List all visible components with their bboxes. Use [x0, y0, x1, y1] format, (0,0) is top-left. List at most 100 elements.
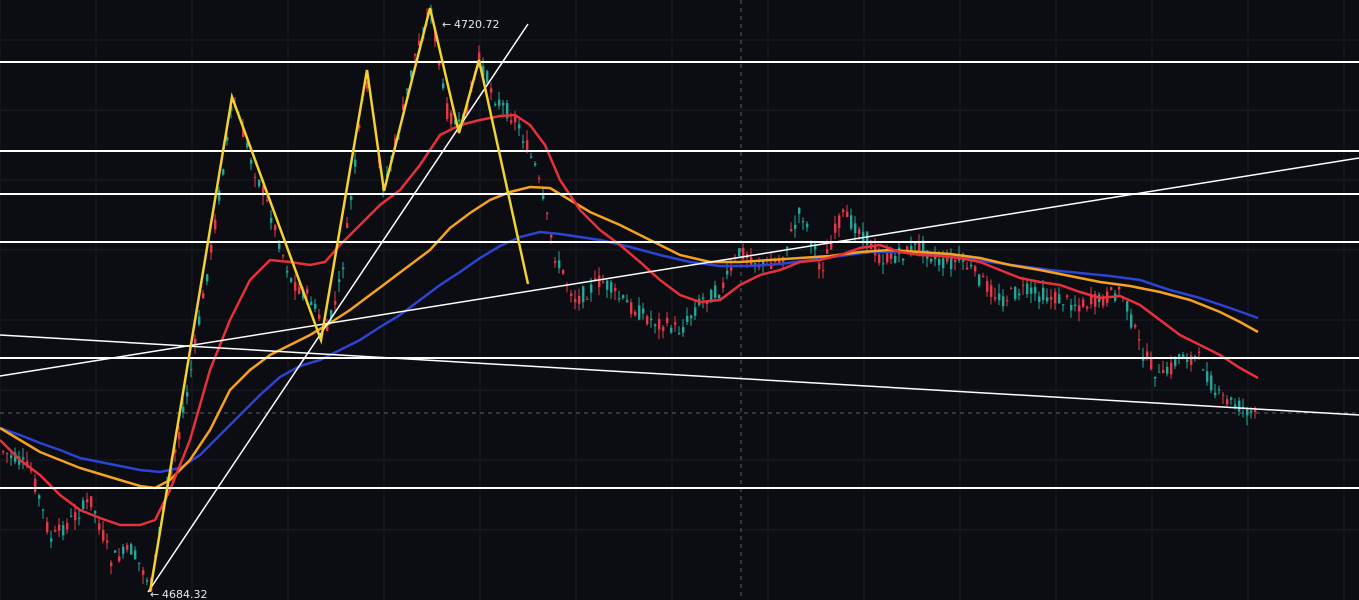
candle-body — [1150, 358, 1153, 370]
candle-body — [146, 580, 149, 582]
candle-body — [1218, 389, 1221, 391]
candle-body — [1130, 314, 1133, 328]
candle-body — [314, 303, 317, 309]
candle-body — [22, 457, 25, 460]
candle-body — [602, 281, 605, 283]
candle-body — [1062, 304, 1065, 306]
candle-body — [282, 255, 285, 257]
candle-body — [10, 455, 13, 459]
candle-body — [538, 177, 541, 179]
candle-body — [222, 169, 225, 175]
candle-body — [858, 229, 861, 234]
candle-body — [558, 260, 561, 269]
candle-body — [990, 285, 993, 297]
candle-body — [270, 217, 273, 223]
candle-body — [138, 562, 141, 564]
candle-body — [406, 88, 409, 91]
candle-body — [846, 211, 849, 217]
horizontal-lines[interactable] — [0, 61, 1359, 489]
candle-body — [278, 243, 281, 249]
candle-body — [978, 274, 981, 286]
candle-body — [914, 243, 917, 245]
candle-body — [942, 258, 945, 269]
candle-body — [514, 116, 517, 123]
candle-body — [1118, 286, 1121, 290]
chart-canvas[interactable]: 4720.72 ← 4684.32 ← — [0, 0, 1359, 600]
candle-body — [86, 499, 89, 503]
candle-body — [894, 255, 897, 263]
candle-body — [590, 284, 593, 293]
candle-body — [1170, 362, 1173, 375]
candle-body — [102, 530, 105, 541]
candle-body — [606, 280, 609, 290]
candle-body — [674, 322, 677, 325]
candle-body — [994, 297, 997, 300]
candle-body — [294, 282, 297, 291]
candle-body — [842, 209, 845, 213]
candle-body — [218, 190, 221, 201]
candle-body — [718, 295, 721, 299]
candle-body — [1234, 404, 1237, 408]
candle-body — [90, 496, 93, 508]
candle-body — [1082, 299, 1085, 307]
candle-body — [586, 298, 589, 300]
candle-body — [622, 295, 625, 299]
candle-body — [966, 267, 969, 270]
candle-body — [886, 251, 889, 263]
candle-body — [1066, 295, 1069, 298]
grid-lines — [0, 0, 1359, 600]
candle-body — [42, 509, 45, 511]
candle-body — [714, 285, 717, 298]
candle-body — [106, 540, 109, 543]
candle-body — [502, 102, 505, 106]
candle-body — [1214, 392, 1217, 396]
candle-body — [982, 275, 985, 278]
candle-body — [1190, 355, 1193, 365]
candle-body — [250, 159, 253, 164]
candle-body — [882, 263, 885, 265]
candle-body — [118, 556, 121, 562]
candle-body — [546, 212, 549, 215]
candle-body — [1054, 291, 1057, 304]
low-price-label: 4684.32 — [162, 588, 208, 600]
candle-body — [110, 562, 113, 566]
candle-body — [598, 275, 601, 288]
candle-body — [214, 219, 217, 230]
candle-body — [98, 523, 101, 530]
candle-body — [686, 315, 689, 323]
candle-body — [1058, 294, 1061, 304]
candle-body — [62, 525, 65, 536]
candle-body — [1166, 366, 1169, 374]
candle-body — [114, 550, 117, 553]
candle-body — [574, 299, 577, 303]
candle-body — [1014, 287, 1017, 300]
candle-body — [1230, 397, 1233, 400]
candle-body — [818, 263, 821, 270]
candle-body — [938, 258, 941, 266]
high-price-label: 4720.72 — [454, 18, 500, 31]
candle-body — [618, 298, 621, 300]
candle-body — [1022, 284, 1025, 286]
candle-body — [562, 269, 565, 274]
candle-body — [182, 406, 185, 413]
candle-body — [626, 300, 629, 303]
candle-body — [722, 282, 725, 288]
candle-body — [58, 524, 61, 531]
candle-body — [534, 163, 537, 166]
candle-body — [614, 287, 617, 291]
candle-body — [354, 159, 357, 167]
candle-body — [826, 249, 829, 254]
trend-lines[interactable] — [0, 23, 1359, 593]
candle-body — [1162, 370, 1165, 374]
candle-body — [798, 208, 801, 214]
candle-body — [1246, 408, 1249, 416]
candle-body — [822, 270, 825, 272]
candle-body — [1002, 296, 1005, 307]
trendline-steep — [147, 23, 529, 593]
candle-body — [802, 221, 805, 223]
candle-body — [342, 267, 345, 270]
candle-body — [510, 120, 513, 123]
candle-body — [1050, 296, 1053, 300]
trading-chart[interactable]: 4720.72 ← 4684.32 ← — [0, 0, 1359, 600]
candle-body — [298, 287, 301, 294]
